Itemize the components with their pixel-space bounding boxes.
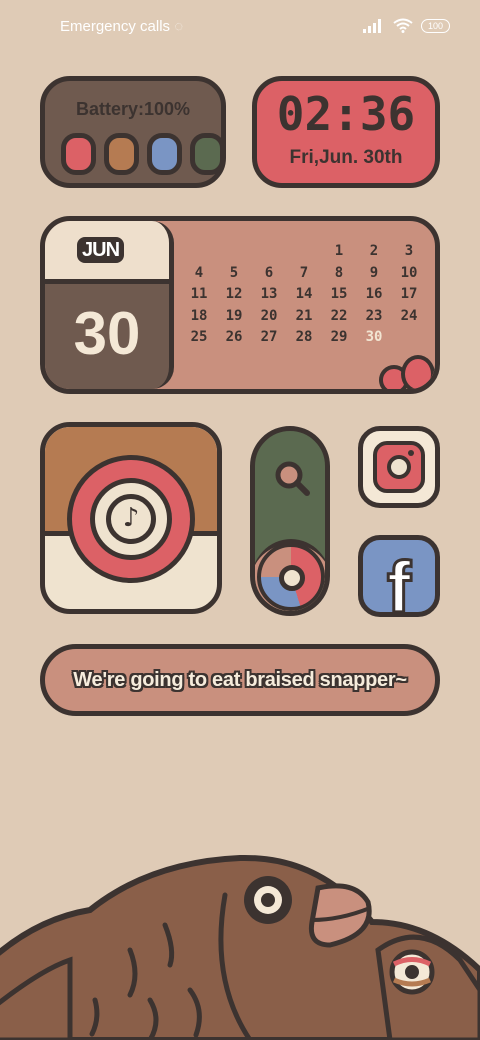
calendar-day-cell: 11 bbox=[190, 286, 208, 302]
battery-indicator: 100 bbox=[420, 18, 450, 33]
calendar-month-box: JUN bbox=[45, 221, 169, 284]
fish-illustration bbox=[0, 854, 480, 1040]
calendar-day: 30 bbox=[73, 300, 141, 367]
calendar-day-cell: 2 bbox=[369, 243, 379, 259]
battery-pill-brown bbox=[104, 133, 139, 175]
battery-pill-blue bbox=[147, 133, 182, 175]
battery-widget[interactable]: Battery:100% bbox=[40, 76, 226, 188]
search-icon[interactable] bbox=[271, 457, 315, 501]
search-browser-widget[interactable] bbox=[250, 426, 330, 616]
battery-label: Battery:100% bbox=[75, 99, 191, 119]
calendar-day-cell: 1 bbox=[334, 243, 344, 259]
calendar-day-cell: 9 bbox=[369, 264, 379, 281]
calendar-day-cell: 28 bbox=[295, 329, 313, 345]
calendar-month: JUN bbox=[77, 237, 125, 263]
calendar-day-cell: 21 bbox=[295, 307, 313, 324]
calendar-day-cell: 5 bbox=[229, 264, 239, 281]
calendar-day-cell: 8 bbox=[334, 264, 344, 281]
calendar-day-cell: 14 bbox=[295, 286, 313, 302]
signal-icon bbox=[362, 18, 381, 33]
facebook-app-icon[interactable]: f bbox=[358, 535, 440, 617]
calendar-day-cell: 6 bbox=[264, 264, 274, 281]
calendar-day-cell: 26 bbox=[225, 329, 243, 345]
calendar-day-cell: 29 bbox=[330, 329, 348, 345]
message-widget[interactable]: We're going to eat braised snapper~ bbox=[40, 644, 440, 716]
status-icons: 100 bbox=[362, 18, 450, 33]
instagram-icon bbox=[373, 441, 425, 493]
carrier-text: Emergency calls bbox=[60, 18, 171, 35]
calendar-day-cell: 20 bbox=[260, 307, 278, 324]
calendar-day-cell: 19 bbox=[225, 307, 243, 324]
calendar-date-panel: JUN 30 bbox=[45, 221, 174, 389]
facebook-icon: f bbox=[386, 547, 413, 617]
calendar-day-cell: 27 bbox=[260, 329, 278, 345]
calendar-day-cell: 16 bbox=[365, 286, 383, 302]
music-widget[interactable]: ♪ bbox=[40, 422, 222, 614]
calendar-day-cell: 24 bbox=[400, 307, 418, 324]
carrier-status: Emergency calls ◌ bbox=[60, 18, 184, 35]
chrome-icon[interactable] bbox=[257, 543, 325, 611]
calendar-day-cell: 7 bbox=[299, 264, 309, 281]
clock-time: 02:36 bbox=[276, 87, 416, 141]
calendar-day-cell: 4 bbox=[194, 264, 204, 281]
calendar-widget[interactable]: JUN 30 1 2 3 4 5 6 7 8 9 10 11 12 13 14 15 16 17 18 19 20 21… bbox=[40, 216, 440, 394]
calendar-day-cell: 3 bbox=[404, 243, 414, 259]
calendar-day-cell: 22 bbox=[330, 307, 348, 324]
instagram-app-icon[interactable] bbox=[358, 426, 440, 508]
calendar-day-cell: 30 bbox=[365, 329, 383, 345]
calendar-day-cell: 12 bbox=[225, 286, 243, 302]
calendar-day-cell: 13 bbox=[260, 286, 278, 302]
battery-pill-green bbox=[190, 133, 225, 175]
clock-widget[interactable]: 02:36 Fri,Jun. 30th bbox=[252, 76, 440, 188]
calendar-day-cell: 10 bbox=[400, 264, 418, 281]
music-note-icon: ♪ bbox=[106, 494, 156, 544]
calendar-day-cell: 23 bbox=[365, 307, 383, 324]
calendar-day-cell: 18 bbox=[190, 307, 208, 324]
battery-pills bbox=[61, 133, 225, 175]
message-text: We're going to eat braised snapper~ bbox=[73, 668, 407, 691]
status-bar: Emergency calls ◌ 100 bbox=[0, 0, 480, 56]
calendar-day-cell: 15 bbox=[330, 286, 348, 302]
battery-pill-red bbox=[61, 133, 96, 175]
calendar-day-cell: 17 bbox=[400, 286, 418, 302]
wifi-icon bbox=[393, 18, 413, 33]
clock-date: Fri,Jun. 30th bbox=[289, 147, 403, 168]
calendar-day-cell: 25 bbox=[190, 329, 208, 345]
berry-decoration bbox=[401, 355, 435, 389]
